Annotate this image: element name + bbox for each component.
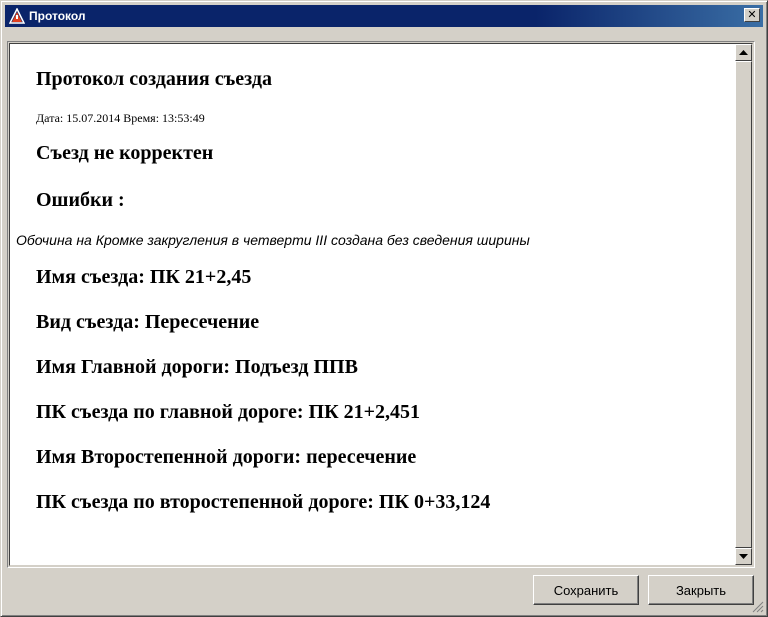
- protocol-window: Протокол ✕ Протокол создания съезда Дата…: [0, 0, 768, 617]
- report-date: Дата: 15.07.2014 Время: 13:53:49: [36, 111, 205, 125]
- window-close-button[interactable]: ✕: [744, 8, 760, 22]
- scroll-up-button[interactable]: [735, 44, 752, 61]
- exit-name: Имя съезда: ПК 21+2,45: [36, 266, 252, 288]
- arrow-down-icon: [739, 553, 748, 559]
- report-status: Съезд не корректен: [36, 142, 214, 164]
- report-viewport[interactable]: Протокол создания съезда Дата: 15.07.201…: [9, 43, 753, 566]
- report-heading: Протокол создания съезда: [36, 68, 272, 90]
- error-message: Обочина на Кромке закругления в четверти…: [16, 232, 530, 248]
- report-frame: Протокол создания съезда Дата: 15.07.201…: [7, 41, 755, 568]
- main-road-pk: ПК съезда по главной дороге: ПК 21+2,451: [36, 401, 420, 423]
- resize-grip-icon[interactable]: [752, 601, 764, 613]
- scroll-down-button[interactable]: [735, 548, 752, 565]
- save-button[interactable]: Сохранить: [533, 575, 639, 605]
- app-triangle-icon: [8, 7, 26, 24]
- scroll-thumb[interactable]: [735, 61, 752, 548]
- main-road: Имя Главной дороги: Подъезд ППВ: [36, 356, 358, 378]
- report-document: Протокол создания съезда Дата: 15.07.201…: [10, 44, 733, 565]
- secondary-road-pk: ПК съезда по второстепенной дороге: ПК 0…: [36, 491, 491, 513]
- secondary-road: Имя Второстепенной дороги: пересечение: [36, 446, 417, 468]
- errors-heading: Ошибки :: [36, 189, 125, 211]
- vertical-scrollbar[interactable]: [735, 44, 752, 565]
- arrow-up-icon: [739, 49, 748, 55]
- exit-type: Вид съезда: Пересечение: [36, 311, 260, 333]
- window-title: Протокол: [29, 9, 86, 23]
- close-icon: ✕: [747, 8, 757, 21]
- title-bar[interactable]: Протокол ✕: [5, 5, 763, 27]
- close-button[interactable]: Закрыть: [648, 575, 754, 605]
